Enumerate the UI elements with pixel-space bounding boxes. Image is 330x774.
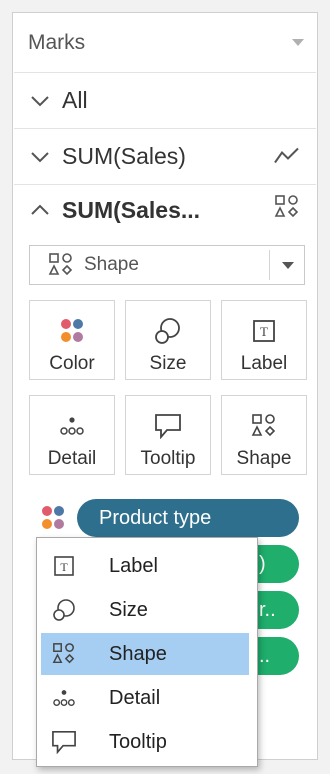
detail-icon: [49, 687, 79, 709]
tooltip-card[interactable]: Tooltip: [125, 395, 211, 475]
pill-label: ): [259, 552, 266, 575]
detail-icon: [58, 408, 86, 444]
label-icon: T: [49, 555, 79, 577]
section-label: SUM(Sales): [62, 143, 186, 169]
size-icon: [49, 598, 79, 622]
line-chart-icon: [274, 143, 300, 170]
color-icon: [58, 313, 86, 349]
size-card[interactable]: Size: [125, 300, 211, 380]
menu-item-text: Detail: [109, 686, 161, 709]
chevron-down-icon[interactable]: [282, 262, 294, 269]
color-card[interactable]: Color: [29, 300, 115, 380]
size-icon: [154, 313, 182, 349]
pill-label: Product type: [99, 506, 212, 529]
field-pill-product-type[interactable]: Product type: [77, 499, 299, 537]
label-icon: T: [252, 313, 276, 349]
marks-section-sum-sales-line[interactable]: SUM(Sales): [14, 129, 316, 185]
marks-section-sum-sales-shape[interactable]: SUM(Sales...: [14, 185, 316, 235]
menu-item-text: Label: [109, 554, 158, 577]
menu-item-text: Shape: [109, 642, 167, 665]
section-label: SUM(Sales...: [62, 196, 201, 223]
menu-item-size[interactable]: Size: [41, 589, 249, 631]
marks-header: Marks: [14, 13, 316, 73]
context-menu: T Label Size Shape Detail Tooltip: [36, 537, 258, 767]
menu-item-detail[interactable]: Detail: [41, 677, 249, 719]
label-card[interactable]: T Label: [221, 300, 307, 380]
shape-icon: [251, 408, 277, 444]
card-label: Detail: [47, 448, 97, 469]
tooltip-icon: [154, 408, 182, 444]
svg-text:T: T: [260, 324, 268, 339]
shape-icon: [274, 194, 300, 226]
shape-card[interactable]: Shape: [221, 395, 307, 475]
shape-icon: [48, 252, 74, 278]
menu-item-tooltip[interactable]: Tooltip: [41, 721, 249, 763]
pill-label: ..: [259, 644, 271, 667]
color-icon: [39, 504, 67, 537]
tooltip-icon: [49, 730, 79, 754]
marks-title: Marks: [28, 30, 86, 54]
chevron-down-icon: [30, 151, 54, 163]
card-label: Size: [149, 353, 187, 374]
menu-item-text: Tooltip: [109, 730, 167, 753]
dropdown-divider: [269, 250, 270, 280]
chevron-down-icon: [30, 95, 54, 107]
shape-icon: [49, 642, 79, 666]
card-label: Shape: [236, 448, 292, 469]
marks-section-all[interactable]: All: [14, 73, 316, 129]
collapse-panel-icon[interactable]: [292, 39, 304, 46]
mark-type-dropdown[interactable]: Shape: [29, 245, 305, 285]
card-label: Color: [49, 353, 95, 374]
svg-text:T: T: [60, 560, 68, 574]
section-label: All: [62, 87, 88, 113]
menu-item-label[interactable]: T Label: [41, 545, 249, 587]
card-label: Label: [240, 353, 288, 374]
mark-type-label: Shape: [84, 254, 139, 275]
chevron-up-icon: [30, 204, 54, 216]
detail-card[interactable]: Detail: [29, 395, 115, 475]
menu-item-shape[interactable]: Shape: [41, 633, 249, 675]
card-label: Tooltip: [140, 448, 196, 469]
menu-item-text: Size: [109, 598, 148, 621]
pill-label: r..: [259, 598, 276, 621]
